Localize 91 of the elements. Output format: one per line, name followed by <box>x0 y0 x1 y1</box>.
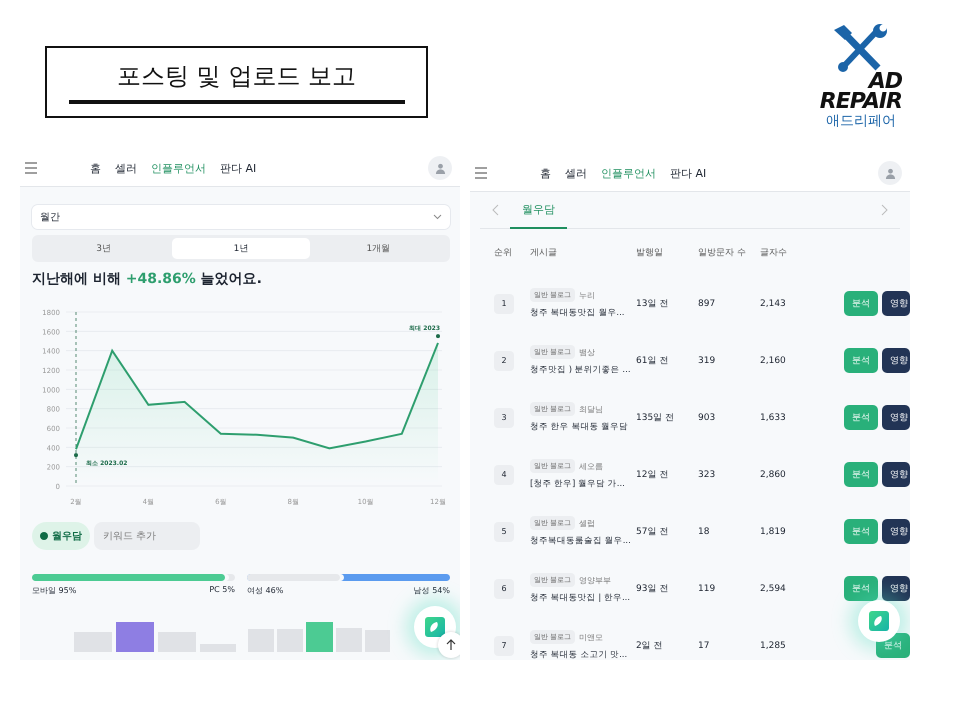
table-cell-text: 2,160 <box>760 356 787 366</box>
logo-text: REPAIR <box>820 92 902 112</box>
rank-badge: 1 <box>494 294 514 314</box>
chat-icon[interactable] <box>867 609 891 633</box>
nav-link[interactable]: 셀러 <box>565 166 587 180</box>
chat-button[interactable] <box>858 600 900 642</box>
rank-badge: 4 <box>494 464 514 484</box>
nav-link[interactable]: 홈 <box>540 166 551 180</box>
chevron-left-icon[interactable] <box>492 204 500 216</box>
table-cell-text: 1,285 <box>760 640 787 650</box>
keyword-input[interactable]: 키워드 추가 <box>94 522 200 550</box>
table-cell-text: 2,860 <box>760 470 787 480</box>
table-cell-text: 319 <box>698 356 716 366</box>
post-title[interactable]: 청주 복대동맛집 | 한우... <box>530 592 636 604</box>
nav-link[interactable]: 인플루언서 <box>601 166 656 180</box>
keyword-chip[interactable]: 월우담 <box>32 522 90 550</box>
action-button[interactable]: 영향 <box>882 348 910 373</box>
author-name: 세오름 <box>579 460 604 472</box>
rank-badge: 6 <box>494 578 514 598</box>
table-cell-text: 57일 전 <box>636 526 670 538</box>
rank-badge: 3 <box>494 408 514 428</box>
post-title[interactable]: 청주맛집 ) 분위기좋은 ... <box>530 364 636 376</box>
table-cell-text: 61일 전 <box>636 355 670 367</box>
post-title[interactable]: 청주 복대동맛집 월우... <box>530 307 636 319</box>
table-cell-text: 903 <box>698 412 716 422</box>
nav-link[interactable]: 셀러 <box>115 160 137 176</box>
ratio-label: 여성 46% <box>247 585 284 596</box>
chevron-right-icon[interactable] <box>880 204 888 216</box>
post-title[interactable]: 청주 한우 복대동 월우담 <box>530 421 636 433</box>
arrow-up-icon <box>446 639 456 651</box>
table-cell-text: 2,594 <box>760 584 787 594</box>
hammer-wrench-icon <box>832 24 888 72</box>
action-button[interactable]: 영향 <box>882 576 910 601</box>
author-name: 영양부부 <box>579 574 612 586</box>
slide-title: 포스팅 및 업로드 보고 <box>117 61 356 92</box>
marker-dot <box>74 453 78 458</box>
headline: 지난해에 비해 +48.86% 늘었어요. <box>32 270 263 288</box>
nav-link[interactable]: 판다 AI <box>220 160 256 176</box>
table-cell-text: 323 <box>698 470 716 480</box>
author-name: 미앤모 <box>579 632 604 642</box>
table-cell-text: 119 <box>698 584 716 594</box>
table-cell-text: 17 <box>698 640 710 650</box>
logo-text: 애드리페어 <box>826 112 896 130</box>
table-cell-text: 13일 전 <box>636 298 670 310</box>
table-cell-text: 2일 전 <box>636 640 664 652</box>
action-button[interactable]: 영향 <box>882 462 910 487</box>
column-header: 순위 <box>494 246 513 258</box>
keyword-tab[interactable]: 월우담 <box>510 192 567 228</box>
nav-link[interactable]: 판다 AI <box>670 166 706 180</box>
action-button[interactable]: 영향 <box>882 519 910 544</box>
user-icon[interactable] <box>878 161 902 185</box>
ratio-label: 남성 54% <box>414 585 450 596</box>
column-header: 글자수 <box>760 246 788 258</box>
period-tab[interactable]: 1개월 <box>310 238 447 259</box>
rank-badge: 7 <box>494 636 514 656</box>
chevron-down-icon <box>433 214 442 220</box>
nav-link[interactable]: 홈 <box>90 160 101 176</box>
period-tab[interactable]: 3년 <box>35 238 172 259</box>
author-name: 누리 <box>579 290 596 300</box>
table-cell-text: 1,633 <box>760 412 787 422</box>
post-title[interactable]: [청주 한우] 월우담 가... <box>530 478 636 490</box>
author-name: 최달님 <box>579 404 604 414</box>
ratio-label: PC 5% <box>209 585 235 596</box>
user-icon[interactable] <box>428 156 452 180</box>
table-cell-text: 897 <box>698 298 716 308</box>
column-header: 게시글 <box>530 246 558 258</box>
period-tab[interactable]: 1년 <box>172 238 310 259</box>
table-cell-text: 93일 전 <box>636 583 670 595</box>
marker-dot <box>436 334 440 338</box>
menu-icon[interactable] <box>474 167 488 179</box>
post-title[interactable]: 청주 복대동 소고기 맛... <box>530 649 636 660</box>
menu-icon[interactable] <box>24 162 38 174</box>
period-dropdown[interactable]: 월간 <box>32 205 450 229</box>
rank-badge: 2 <box>494 350 514 370</box>
post-title[interactable]: 청주복대동룸술집 월우... <box>530 535 636 547</box>
column-header: 발행일 <box>636 246 664 258</box>
scroll-up-button[interactable] <box>438 632 460 658</box>
logo-text: AD <box>868 72 902 92</box>
table-cell-text: 18 <box>698 526 710 536</box>
table-cell-text: 1,819 <box>760 526 787 536</box>
action-button[interactable]: 영향 <box>882 291 910 316</box>
table-cell-text: 2,143 <box>760 298 787 308</box>
author-name: 셀럽 <box>579 518 596 528</box>
column-header: 일방문자 수 <box>698 246 747 258</box>
nav-link[interactable]: 인플루언서 <box>151 160 206 176</box>
table-cell-text: 135일 전 <box>636 412 676 424</box>
rank-badge: 5 <box>494 522 514 542</box>
table-cell-text: 12일 전 <box>636 469 670 481</box>
action-button[interactable]: 영향 <box>882 405 910 430</box>
author-name: 뱀상 <box>579 346 596 358</box>
ratio-label: 모바일 95% <box>32 585 76 596</box>
